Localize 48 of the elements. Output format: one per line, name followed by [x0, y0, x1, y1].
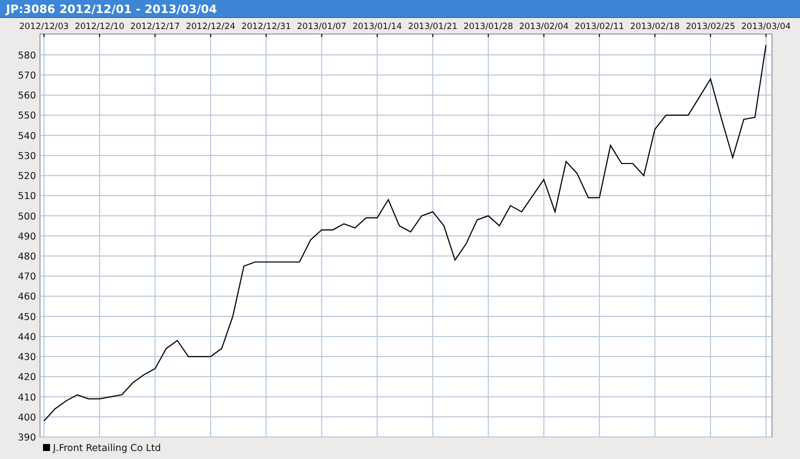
tick-mark [321, 34, 322, 38]
price-label: 520 [18, 171, 36, 182]
price-label: 490 [18, 231, 36, 242]
date-label: 2013/01/28 [464, 22, 514, 32]
tick-mark [654, 34, 656, 38]
date-label: 2012/12/24 [186, 22, 236, 32]
price-label: 470 [18, 272, 36, 283]
tick-mark [598, 34, 600, 38]
date-label: 2012/12/31 [241, 22, 291, 32]
price-label: 570 [18, 70, 36, 82]
date-label: 2013/01/21 [408, 22, 458, 32]
price-label: 400 [18, 412, 36, 424]
price-label: 420 [18, 372, 36, 384]
price-label: 410 [18, 392, 36, 404]
price-label: 480 [18, 252, 36, 262]
date-label: 2013/02/04 [519, 22, 569, 32]
price-label: 510 [18, 191, 36, 202]
price-label: 560 [18, 90, 36, 102]
price-label: 540 [18, 130, 36, 142]
date-label: 2013/02/18 [630, 22, 680, 32]
price-label: 450 [18, 312, 36, 323]
price-label: 550 [18, 110, 36, 122]
tick-mark [710, 34, 711, 38]
price-label: 430 [18, 352, 36, 364]
tick-mark [266, 34, 267, 38]
tick-mark [99, 34, 100, 38]
price-label: 390 [18, 432, 36, 444]
date-label: 2012/12/03 [19, 22, 69, 32]
tick-mark [376, 34, 378, 38]
price-label: 500 [18, 211, 36, 222]
date-label: 2013/01/07 [296, 22, 346, 32]
date-label: 2013/02/11 [574, 22, 624, 32]
tick-mark [154, 34, 156, 38]
date-label: 2013/03/04 [741, 22, 791, 32]
price-label: 530 [18, 150, 36, 162]
date-label: 2013/01/14 [352, 22, 402, 32]
tick-mark [432, 34, 434, 38]
date-label: 2013/02/25 [686, 22, 736, 32]
date-label: 2012/12/17 [130, 22, 180, 32]
tick-mark [543, 34, 544, 38]
price-label: 580 [18, 50, 36, 62]
price-label: 440 [18, 332, 36, 343]
window-title: JP:3086 2012/12/01 - 2013/03/04 [6, 2, 217, 16]
tick-mark [210, 34, 212, 38]
legend-label: J.Front Retailing Co Ltd [53, 443, 161, 454]
date-label: 2012/12/10 [74, 22, 124, 32]
tick-mark [488, 34, 489, 38]
price-label: 460 [18, 292, 36, 303]
